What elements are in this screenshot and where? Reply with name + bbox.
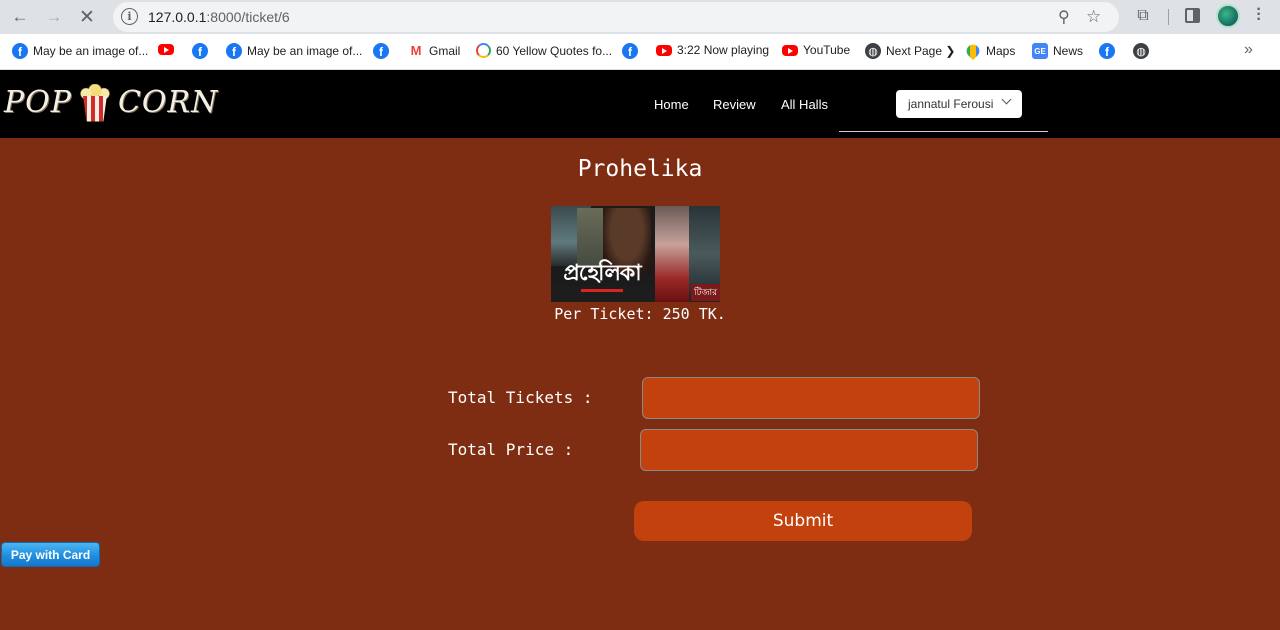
bookmark-item[interactable]: ◍ [1133, 43, 1154, 59]
bookmark-label: May be an image of... [247, 44, 363, 58]
news-icon: GE [1032, 43, 1048, 59]
nav-home-link[interactable]: Home [654, 97, 689, 112]
bookmark-item[interactable]: GE News [1032, 43, 1083, 59]
bookmark-item[interactable]: 60 Yellow Quotes fo... [476, 43, 612, 58]
browser-toolbar: ← → ✕ i 127.0.0.1:8000/ticket/6 ⚲ ☆ ⧉ · ·… [0, 0, 1280, 34]
bookmark-label: News [1053, 44, 1084, 58]
bookmark-label: Next Page ❯ [886, 44, 956, 58]
bookmark-label: Maps [986, 44, 1016, 58]
popcorn-logo[interactable]: POP CORN [4, 80, 218, 125]
total-price-input[interactable] [640, 429, 978, 471]
bookmark-label: 60 Yellow Quotes fo... [496, 43, 613, 58]
bookmark-item[interactable]: f May be an image of... [12, 43, 148, 59]
bookmark-item[interactable]: 3:22 Now playing [656, 43, 769, 57]
site-info-icon[interactable]: i [121, 8, 138, 25]
poster-title: প্রহেলিকা [563, 260, 641, 285]
nav-all-halls-link[interactable]: All Halls [781, 97, 828, 112]
nav-review-link[interactable]: Review [713, 97, 756, 112]
facebook-icon: f [373, 43, 389, 59]
user-name: jannatul Ferousi [908, 97, 994, 111]
more-bookmarks-chevron-icon[interactable]: » [1244, 41, 1253, 59]
zoom-icon[interactable]: ⚲ [1058, 7, 1070, 27]
bookmark-item[interactable]: YouTube [782, 43, 850, 57]
pay-with-card-button[interactable]: Pay with Card [1, 542, 100, 567]
browser-menu-icon[interactable]: · · · [1254, 2, 1264, 28]
bookmark-item[interactable]: ◍ Next Page ❯ [865, 43, 955, 59]
bookmark-item[interactable]: f [622, 43, 643, 59]
site-navbar: POP CORN Home Review All Halls jannatul … [0, 70, 1280, 138]
total-tickets-input[interactable] [642, 377, 980, 419]
bookmark-item[interactable]: f [373, 43, 394, 59]
bookmark-label: 3:22 Now playing [677, 43, 770, 57]
bookmark-item[interactable]: f [192, 43, 213, 59]
submit-button[interactable]: Submit [634, 501, 972, 541]
movie-title: Prohelika [577, 156, 703, 182]
bookmark-item[interactable]: Maps [963, 41, 1016, 61]
url-text[interactable]: 127.0.0.1:8000/ticket/6 [148, 9, 290, 25]
extensions-puzzle-icon[interactable]: ⧉ [1133, 6, 1153, 26]
nav-divider [839, 131, 1048, 132]
profile-avatar[interactable] [1216, 4, 1240, 28]
facebook-icon: f [192, 43, 208, 59]
stop-loading-icon[interactable]: ✕ [76, 6, 98, 28]
total-price-label: Total Price : [448, 440, 574, 459]
toolbar-divider [1168, 9, 1169, 25]
facebook-icon: f [1099, 43, 1115, 59]
logo-text-right: CORN [117, 85, 219, 120]
facebook-icon: f [12, 43, 28, 59]
address-bar[interactable]: i 127.0.0.1:8000/ticket/6 ⚲ ☆ [113, 2, 1119, 32]
bookmark-item[interactable]: f May be an image of... [226, 43, 362, 59]
bookmark-label: Gmail [429, 44, 461, 58]
maps-icon [963, 41, 983, 61]
bookmark-item[interactable]: M Gmail [408, 43, 461, 59]
globe-icon: ◍ [1133, 43, 1149, 59]
facebook-icon: f [226, 43, 242, 59]
gmail-icon: M [410, 43, 422, 58]
globe-icon: ◍ [865, 43, 881, 59]
user-dropdown[interactable]: jannatul Ferousi [896, 90, 1022, 118]
total-tickets-label: Total Tickets : [448, 388, 593, 407]
side-panel-icon[interactable] [1185, 8, 1200, 23]
bookmarks-bar: f May be an image of... f f May be an imag… [0, 34, 1280, 70]
youtube-icon [782, 45, 798, 56]
back-arrow-icon[interactable]: ← [9, 6, 31, 28]
google-icon [476, 43, 491, 58]
poster-tag: টিজার [691, 284, 720, 301]
bookmark-label: May be an image of... [33, 44, 149, 58]
bookmark-star-icon[interactable]: ☆ [1086, 7, 1101, 27]
facebook-icon: f [622, 43, 638, 59]
youtube-icon [158, 44, 174, 55]
movie-poster: প্রহেলিকা টিজার [551, 206, 720, 302]
chevron-down-icon [1001, 94, 1012, 105]
bookmark-item[interactable]: f [1099, 43, 1120, 59]
youtube-icon [656, 45, 672, 56]
forward-arrow-icon[interactable]: → [43, 6, 65, 28]
bookmark-label: YouTube [803, 43, 851, 57]
bookmark-item[interactable] [158, 43, 179, 55]
popcorn-bucket-icon [78, 82, 112, 124]
logo-text-left: POP [4, 85, 72, 120]
per-ticket-price: Per Ticket: 250 TK. [554, 305, 726, 323]
